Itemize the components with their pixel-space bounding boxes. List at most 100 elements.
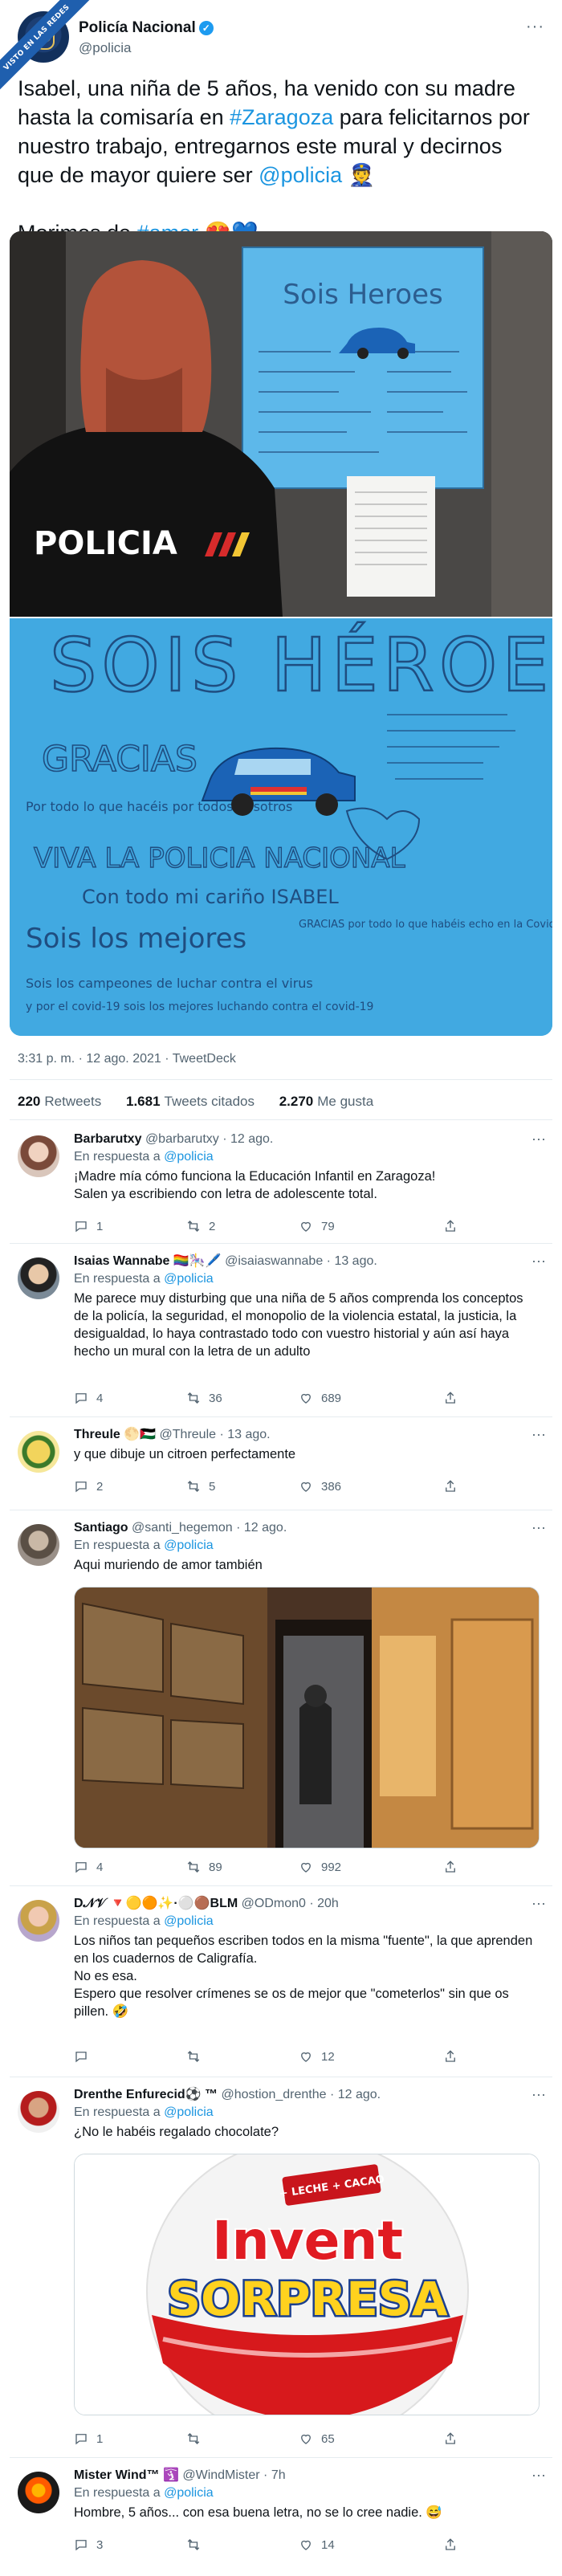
avatar[interactable] xyxy=(18,1900,59,1942)
reply-tweet[interactable]: Barbarutxy @barbarutxy · 12 ago. En resp… xyxy=(10,1131,552,1237)
share-button[interactable] xyxy=(443,1391,458,1405)
like-button[interactable]: 689 xyxy=(299,1391,341,1405)
reply-header: Barbarutxy @barbarutxy · 12 ago. xyxy=(74,1131,540,1148)
comment-icon xyxy=(75,1482,87,1493)
share-icon xyxy=(446,2432,455,2444)
share-icon xyxy=(446,2538,455,2550)
reply-tweet[interactable]: Mister Wind™ 🛐 @WindMister · 7h En respu… xyxy=(10,2467,552,2566)
in-reply-mention[interactable]: @policia xyxy=(164,1539,214,1552)
retweet-button[interactable]: 5 xyxy=(186,1479,215,1494)
reply-button[interactable]: 3 xyxy=(74,2537,103,2552)
retweets-stat[interactable]: 220 Retweets xyxy=(18,1094,101,1109)
more-options-icon[interactable]: ··· xyxy=(531,1253,546,1270)
reply-tweet[interactable]: D𝒩𝒱 🔻🟡🟠✨·⚪🟤BLM @ODmon0 · 20h En respuest… xyxy=(10,1895,552,2072)
reply-tweet[interactable]: Threule 🌕🇵🇸 @Threule · 13 ago. y que dib… xyxy=(10,1426,552,1505)
avatar[interactable] xyxy=(18,2091,59,2133)
mention-policia[interactable]: @policia xyxy=(259,163,342,187)
retweet-button[interactable]: 2 xyxy=(186,1219,215,1233)
reply-handle[interactable]: @isaiaswannabe · 13 ago. xyxy=(225,1254,377,1268)
reply-handle[interactable]: @WindMister · 7h xyxy=(182,2468,285,2482)
retweet-icon xyxy=(187,2433,200,2444)
reply-button[interactable]: 1 xyxy=(74,1219,103,1233)
reply-author-name[interactable]: Barbarutxy xyxy=(74,1132,141,1146)
like-button[interactable]: 12 xyxy=(299,2049,335,2064)
more-options-icon[interactable]: ··· xyxy=(531,1519,546,1536)
reply-tweet[interactable]: Santiago @santi_hegemon · 12 ago. En res… xyxy=(10,1519,552,1881)
more-options-icon[interactable]: ··· xyxy=(531,1426,546,1443)
reply-header: Threule 🌕🇵🇸 @Threule · 13 ago. xyxy=(74,1426,540,1444)
tweet-photo-officer[interactable]: Sois Heroes POLICIA xyxy=(10,231,552,617)
in-reply-mention[interactable]: @policia xyxy=(164,2105,214,2119)
share-button[interactable] xyxy=(443,1860,458,1874)
like-button[interactable]: 79 xyxy=(299,1219,335,1233)
avatar[interactable] xyxy=(18,1431,59,1473)
author-name[interactable]: Policía Nacional ✓ xyxy=(79,19,214,37)
reply-handle[interactable]: @Threule · 13 ago. xyxy=(160,1428,271,1441)
reply-handle[interactable]: @ODmon0 · 20h xyxy=(242,1897,339,1910)
avatar[interactable] xyxy=(18,1257,59,1299)
more-options-icon[interactable]: ··· xyxy=(531,2086,546,2103)
retweet-icon xyxy=(187,1392,200,1404)
in-reply-mention[interactable]: @policia xyxy=(164,2486,214,2500)
retweets-count: 220 xyxy=(18,1094,41,1109)
likes-stat[interactable]: 2.270 Me gusta xyxy=(279,1094,373,1109)
mural-title: SOIS HÉROES xyxy=(50,622,552,708)
retweet-button[interactable] xyxy=(186,2537,209,2552)
reply-count: 1 xyxy=(96,1219,104,1233)
reply-author-name[interactable]: Santiago xyxy=(74,1521,128,1535)
avatar[interactable] xyxy=(18,1135,59,1177)
mural-photo-graphic: SOIS HÉROES GRACIAS Por todo lo que hacé… xyxy=(10,618,552,1036)
author-handle[interactable]: @policia xyxy=(79,40,131,56)
reply-photo[interactable] xyxy=(74,1587,540,1848)
reply-author-name[interactable]: Threule 🌕🇵🇸 xyxy=(74,1428,156,1441)
reply-handle[interactable]: @santi_hegemon · 12 ago. xyxy=(132,1521,287,1535)
retweet-button[interactable] xyxy=(186,2431,209,2446)
heart-icon xyxy=(301,2052,311,2062)
retweet-button[interactable]: 36 xyxy=(186,1391,222,1405)
more-options-icon[interactable]: ··· xyxy=(526,18,544,36)
like-button[interactable]: 386 xyxy=(299,1479,341,1494)
reply-button[interactable]: 1 xyxy=(74,2431,103,2446)
share-button[interactable] xyxy=(443,1479,458,1494)
share-button[interactable] xyxy=(443,2049,458,2064)
more-options-icon[interactable]: ··· xyxy=(531,1895,546,1912)
reply-actions: 2 5 386 xyxy=(74,1479,475,1497)
reply-tweet[interactable]: Isaias Wannabe 🏳️‍🌈🎠🖊️ @isaiaswannabe · … xyxy=(10,1253,552,1412)
share-button[interactable] xyxy=(443,1219,458,1233)
reply-author-name[interactable]: Mister Wind™ 🛐 xyxy=(74,2468,179,2482)
in-reply-mention[interactable]: @policia xyxy=(164,1914,214,1928)
share-button[interactable] xyxy=(443,2431,458,2446)
reply-author-name[interactable]: D𝒩𝒱 🔻🟡🟠✨·⚪🟤BLM xyxy=(74,1897,238,1910)
reply-tweet[interactable]: Drenthe Enfurecid⚽ ™ @hostion_drenthe · … xyxy=(10,2086,552,2452)
tweet-timestamp[interactable]: 3:31 p. m. · 12 ago. 2021 · TweetDeck xyxy=(18,1052,236,1066)
like-button[interactable]: 65 xyxy=(299,2431,335,2446)
more-options-icon[interactable]: ··· xyxy=(531,1131,546,1147)
reply-button[interactable]: 2 xyxy=(74,1479,103,1494)
reply-button[interactable]: 4 xyxy=(74,1860,103,1874)
retweet-button[interactable]: 89 xyxy=(186,1860,222,1874)
reply-body: Threule 🌕🇵🇸 @Threule · 13 ago. y que dib… xyxy=(74,1426,540,1494)
reply-author-name[interactable]: Drenthe Enfurecid⚽ ™ xyxy=(74,2088,218,2101)
like-button[interactable]: 14 xyxy=(299,2537,335,2552)
heart-icon xyxy=(301,2540,311,2550)
chocolate-brand-top: Invent xyxy=(212,2210,403,2272)
share-button[interactable] xyxy=(443,2537,458,2552)
hashtag-zaragoza[interactable]: #Zaragoza xyxy=(230,105,333,129)
quotes-stat[interactable]: 1.681 Tweets citados xyxy=(126,1094,255,1109)
tweet-photo-mural[interactable]: SOIS HÉROES GRACIAS Por todo lo que hacé… xyxy=(10,618,552,1036)
reply-handle[interactable]: @barbarutxy · 12 ago. xyxy=(145,1132,273,1146)
mural-line-campeones: Sois los campeones de luchar contra el v… xyxy=(26,976,313,991)
in-reply-mention[interactable]: @policia xyxy=(164,1272,214,1286)
reply-photo[interactable]: + LECHE + CACAO Invent SORPRESA xyxy=(74,2154,540,2415)
avatar[interactable] xyxy=(18,1524,59,1566)
author-name-text[interactable]: Policía Nacional xyxy=(79,19,196,36)
reply-button[interactable] xyxy=(74,2049,96,2064)
reply-author-name[interactable]: Isaias Wannabe 🏳️‍🌈🎠🖊️ xyxy=(74,1254,222,1268)
reply-handle[interactable]: @hostion_drenthe · 12 ago. xyxy=(222,2088,381,2101)
in-reply-mention[interactable]: @policia xyxy=(164,1150,214,1164)
like-button[interactable]: 992 xyxy=(299,1860,341,1874)
reply-button[interactable]: 4 xyxy=(74,1391,103,1405)
retweet-button[interactable] xyxy=(186,2049,209,2064)
avatar[interactable] xyxy=(18,2472,59,2513)
more-options-icon[interactable]: ··· xyxy=(531,2467,546,2484)
